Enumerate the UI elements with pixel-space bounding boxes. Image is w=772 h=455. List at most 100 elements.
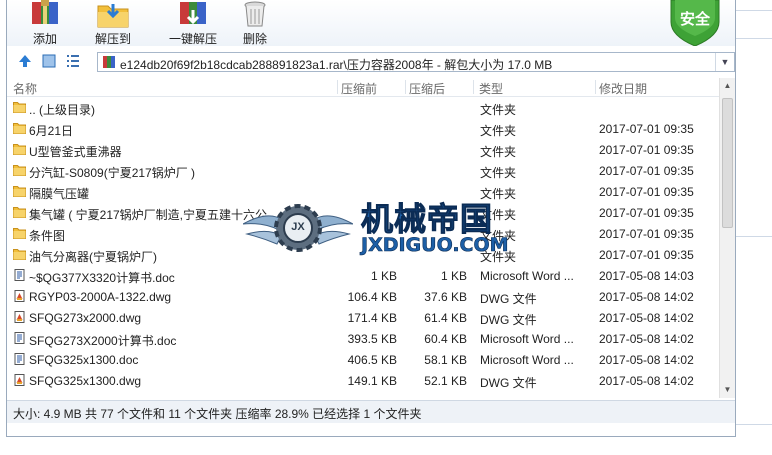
file-modified-date: 2017-07-01 09:35 <box>599 206 694 220</box>
word-doc-icon <box>14 353 25 365</box>
column-name[interactable]: 名称 <box>13 80 37 97</box>
column-type[interactable]: 类型 <box>479 80 503 97</box>
security-label: 安全 <box>679 11 710 28</box>
file-modified-date: 2017-05-08 14:02 <box>599 374 694 388</box>
large-icons-view-icon[interactable] <box>41 53 57 69</box>
file-modified-date: 2017-07-01 09:35 <box>599 122 694 136</box>
file-type: 文件夹 <box>480 166 517 180</box>
watermark-emblem: JX <box>291 221 305 233</box>
vertical-scrollbar[interactable]: ▲ ▼ <box>719 78 735 398</box>
file-packed-size: 37.6 KB <box>424 290 467 304</box>
word-doc-icon <box>14 332 25 344</box>
column-divider[interactable] <box>595 80 596 94</box>
column-divider[interactable] <box>473 80 474 94</box>
address-bar-row: e124db20f69f2b18cdcab288891823a1.rar\压力容… <box>7 50 735 74</box>
file-row[interactable]: SFQG273X2000计算书.doc 393.5 KB 60.4 KB Micros… <box>7 328 719 349</box>
folder-icon <box>13 144 26 155</box>
file-modified-date: 2017-07-01 09:35 <box>599 164 694 178</box>
folder-row[interactable]: 分汽缸-S0809(宁夏217锅炉厂 ) 文件夹 2017-07-01 09:35 <box>7 160 719 181</box>
file-row[interactable]: ~$QG377X3320计算书.doc 1 KB 1 KB Microsoft Wor… <box>7 265 719 286</box>
file-modified-date: 2017-05-08 14:02 <box>599 332 694 346</box>
delete-button-label: 删除 <box>242 32 267 46</box>
file-size: 171.4 KB <box>347 311 397 325</box>
column-modified[interactable]: 修改日期 <box>599 80 647 97</box>
extract-folder-icon <box>97 4 129 28</box>
add-button[interactable]: 添加 <box>25 0 65 46</box>
folder-row[interactable]: 6月21日 文件夹 2017-07-01 09:35 <box>7 118 719 139</box>
watermark-domain: JXDIGUO.COM <box>361 234 509 257</box>
folder-icon <box>13 123 26 134</box>
status-bar: 大小: 4.9 MB 共 77 个文件和 11 个文件夹 压缩率 28.9% 已… <box>7 400 735 423</box>
file-modified-date: 2017-07-01 09:35 <box>599 185 694 199</box>
file-packed-size: 1 KB <box>440 269 467 283</box>
file-size: 1 KB <box>370 269 397 283</box>
file-type: Microsoft Word ... <box>480 332 574 346</box>
file-list-header: 名称 压缩前 压缩后 类型 修改日期 <box>7 78 719 97</box>
folder-icon <box>13 228 26 239</box>
file-type: 文件夹 <box>480 145 517 159</box>
word-doc-icon <box>14 269 25 281</box>
background-divider <box>736 236 772 237</box>
background-divider <box>736 38 772 39</box>
scrollbar-thumb[interactable] <box>722 98 733 228</box>
file-size: 406.5 KB <box>347 353 397 367</box>
scroll-up-arrow-icon[interactable]: ▲ <box>720 78 735 94</box>
status-text: 大小: 4.9 MB 共 77 个文件和 11 个文件夹 压缩率 28.9% 已… <box>13 407 422 421</box>
delete-button[interactable]: 删除 <box>235 0 275 46</box>
watermark: JX 机械帝国 JXDIGUO.COM <box>243 194 543 264</box>
security-shield-button[interactable]: 安全 <box>667 0 723 47</box>
folder-icon <box>13 186 26 197</box>
extract-to-button[interactable]: 解压到 <box>91 0 135 46</box>
column-divider[interactable] <box>405 80 406 94</box>
file-packed-size: 58.1 KB <box>424 353 467 367</box>
file-packed-size: 52.1 KB <box>424 374 467 388</box>
column-compressed[interactable]: 压缩前 <box>341 80 377 97</box>
file-modified-date: 2017-05-08 14:02 <box>599 290 694 304</box>
file-row[interactable]: SFQG273x2000.dwg 171.4 KB 61.4 KB DWG 文件 201… <box>7 307 719 328</box>
file-size: 106.4 KB <box>347 290 397 304</box>
file-type: Microsoft Word ... <box>480 353 574 367</box>
file-type: 文件夹 <box>480 124 517 138</box>
up-arrow-icon[interactable] <box>17 53 33 69</box>
file-name: .. (上级目录) <box>29 103 95 117</box>
background-window <box>736 0 772 455</box>
file-modified-date: 2017-07-01 09:35 <box>599 143 694 157</box>
file-type: 文件夹 <box>480 103 517 117</box>
file-name: RGYP03-2000A-1322.dwg <box>29 290 172 304</box>
details-view-icon[interactable] <box>65 53 81 69</box>
file-packed-size: 61.4 KB <box>424 311 467 325</box>
dwg-file-icon <box>14 311 25 323</box>
file-row[interactable]: SFQG325x1300.doc 406.5 KB 58.1 KB Microsoft… <box>7 349 719 370</box>
toolbar: 添加 解压到 一键解压 删除 安全 <box>7 0 735 47</box>
file-name: ~$QG377X3320计算书.doc <box>29 271 175 285</box>
address-field[interactable]: e124db20f69f2b18cdcab288891823a1.rar\压力容… <box>97 52 735 72</box>
folder-icon <box>13 249 26 260</box>
file-row[interactable]: RGYP03-2000A-1322.dwg 106.4 KB 37.6 KB DWG … <box>7 286 719 307</box>
one-click-extract-button[interactable]: 一键解压 <box>162 0 224 46</box>
one-click-extract-label: 一键解压 <box>168 32 217 46</box>
file-type: Microsoft Word ... <box>480 269 574 283</box>
column-divider[interactable] <box>337 80 338 94</box>
folder-row[interactable]: U型管釜式重沸器 文件夹 2017-07-01 09:35 <box>7 139 719 160</box>
file-type: DWG 文件 <box>480 313 537 327</box>
scroll-down-arrow-icon[interactable]: ▼ <box>720 382 735 398</box>
file-name: SFQG325x1300.doc <box>29 353 139 367</box>
file-modified-date: 2017-05-08 14:03 <box>599 269 694 283</box>
file-modified-date: 2017-07-01 09:35 <box>599 227 694 241</box>
folder-row[interactable]: .. (上级目录) 文件夹 <box>7 97 719 118</box>
add-button-label: 添加 <box>32 32 57 46</box>
address-dropdown-button[interactable]: ▼ <box>715 53 734 71</box>
address-path: e124db20f69f2b18cdcab288891823a1.rar\压力容… <box>120 58 553 72</box>
column-packed[interactable]: 压缩后 <box>409 80 445 97</box>
archive-window: 添加 解压到 一键解压 删除 安全 e124db20f69f2b18cdcab2… <box>6 0 736 437</box>
add-archive-icon <box>32 0 58 24</box>
dwg-file-icon <box>14 290 25 302</box>
file-packed-size: 60.4 KB <box>424 332 467 346</box>
file-row[interactable]: SFQG325x1300.dwg 149.1 KB 52.1 KB DWG 文件 201… <box>7 370 719 391</box>
trash-icon <box>244 1 266 27</box>
background-divider <box>736 10 772 11</box>
extract-to-label: 解压到 <box>94 32 131 46</box>
file-type: DWG 文件 <box>480 292 537 306</box>
file-name: 分汽缸-S0809(宁夏217锅炉厂 ) <box>29 166 196 180</box>
file-modified-date: 2017-05-08 14:02 <box>599 353 694 367</box>
